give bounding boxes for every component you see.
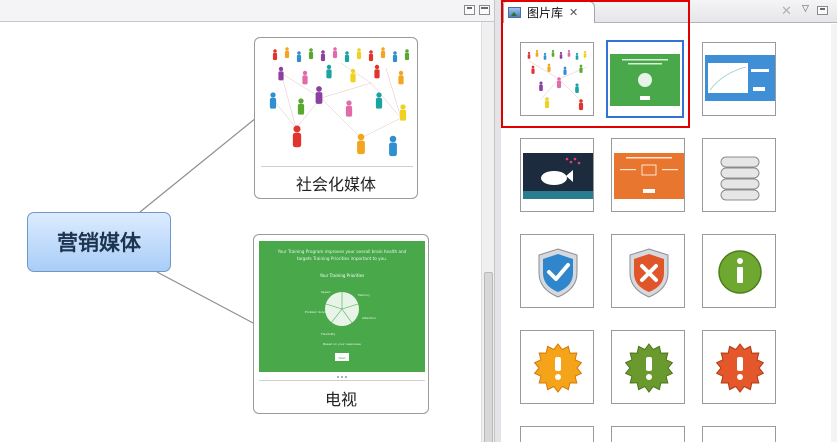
subtopic-tv[interactable]: Your Training Program improves your over… xyxy=(253,234,429,414)
gallery-item-row5[interactable] xyxy=(520,426,594,442)
slide-button: Next xyxy=(339,356,347,360)
gallery-item-orange-slide[interactable] xyxy=(611,138,685,212)
gallery-item-database[interactable] xyxy=(702,138,776,212)
gallery-header: 图片库 ✕ ✕ ▽ xyxy=(501,0,837,23)
panel-splitter[interactable] xyxy=(494,0,501,442)
subtopic-label: 电视 xyxy=(324,390,357,409)
view-menu-icon[interactable]: ▽ xyxy=(802,4,809,14)
slide-headline-2: targets Training Priorities important to… xyxy=(297,256,387,261)
central-topic-label: 营销媒体 xyxy=(57,231,141,255)
tab-label: 图片库 xyxy=(527,6,564,20)
slide-label-speed: Speed xyxy=(321,290,331,294)
shield-check-icon xyxy=(538,248,578,298)
slide-headline-1: Your Training Program improves your over… xyxy=(277,249,407,254)
gallery-scrollbar[interactable] xyxy=(831,24,837,442)
picture-icon xyxy=(508,7,521,18)
gallery-item-row5[interactable] xyxy=(702,426,776,442)
close-all-icon[interactable]: ✕ xyxy=(781,4,792,19)
slide-subtitle: Your Training Priorities xyxy=(319,273,364,278)
warning-badge-red-icon xyxy=(715,343,765,393)
tv-slide-image: Your Training Program improves your over… xyxy=(259,241,425,381)
slide-footer: Based on your responses xyxy=(323,342,361,346)
scrollbar-thumb[interactable] xyxy=(484,272,493,442)
slide-label-memory: Memory xyxy=(358,293,370,297)
gallery-item-whale-slide[interactable] xyxy=(520,138,594,212)
warning-badge-orange-icon xyxy=(533,343,583,393)
gallery-item-warning-green[interactable] xyxy=(611,330,685,404)
subtopic-label: 社会化媒体 xyxy=(295,175,376,194)
image-gallery-panel: 图片库 ✕ ✕ ▽ xyxy=(501,0,837,442)
subtopic-social-media[interactable]: 社会化媒体 xyxy=(254,37,418,199)
gallery-item-warning-red[interactable] xyxy=(702,330,776,404)
warning-badge-green-icon xyxy=(624,343,674,393)
gallery-item-info[interactable] xyxy=(702,234,776,308)
slide-label-problem: Problem Solving xyxy=(305,310,329,314)
gallery-item-row5[interactable] xyxy=(611,426,685,442)
mindmap-editor[interactable]: 营销媒体 社会化媒体 Your Training Program improve… xyxy=(0,0,494,442)
database-icon xyxy=(720,156,760,201)
social-network-image xyxy=(261,43,413,167)
gallery-item-shield-check[interactable] xyxy=(520,234,594,308)
minimize-icon[interactable] xyxy=(817,6,828,15)
editor-scrollbar[interactable] xyxy=(481,22,494,442)
gallery-item-shield-x[interactable] xyxy=(611,234,685,308)
gallery-item-social-network[interactable] xyxy=(520,42,594,116)
gallery-item-green-slide[interactable] xyxy=(606,40,684,118)
central-topic[interactable]: 营销媒体 xyxy=(27,212,171,272)
slide-label-flexibility: Flexibility xyxy=(321,332,336,336)
gallery-item-warning-orange[interactable] xyxy=(520,330,594,404)
info-icon xyxy=(718,250,762,294)
close-icon[interactable]: ✕ xyxy=(569,6,578,19)
gallery-item-blue-chart-slide[interactable] xyxy=(702,42,776,116)
shield-x-icon xyxy=(629,248,669,298)
tab-image-gallery[interactable]: 图片库 ✕ xyxy=(503,1,595,23)
slide-label-attention: Attention xyxy=(362,316,376,320)
